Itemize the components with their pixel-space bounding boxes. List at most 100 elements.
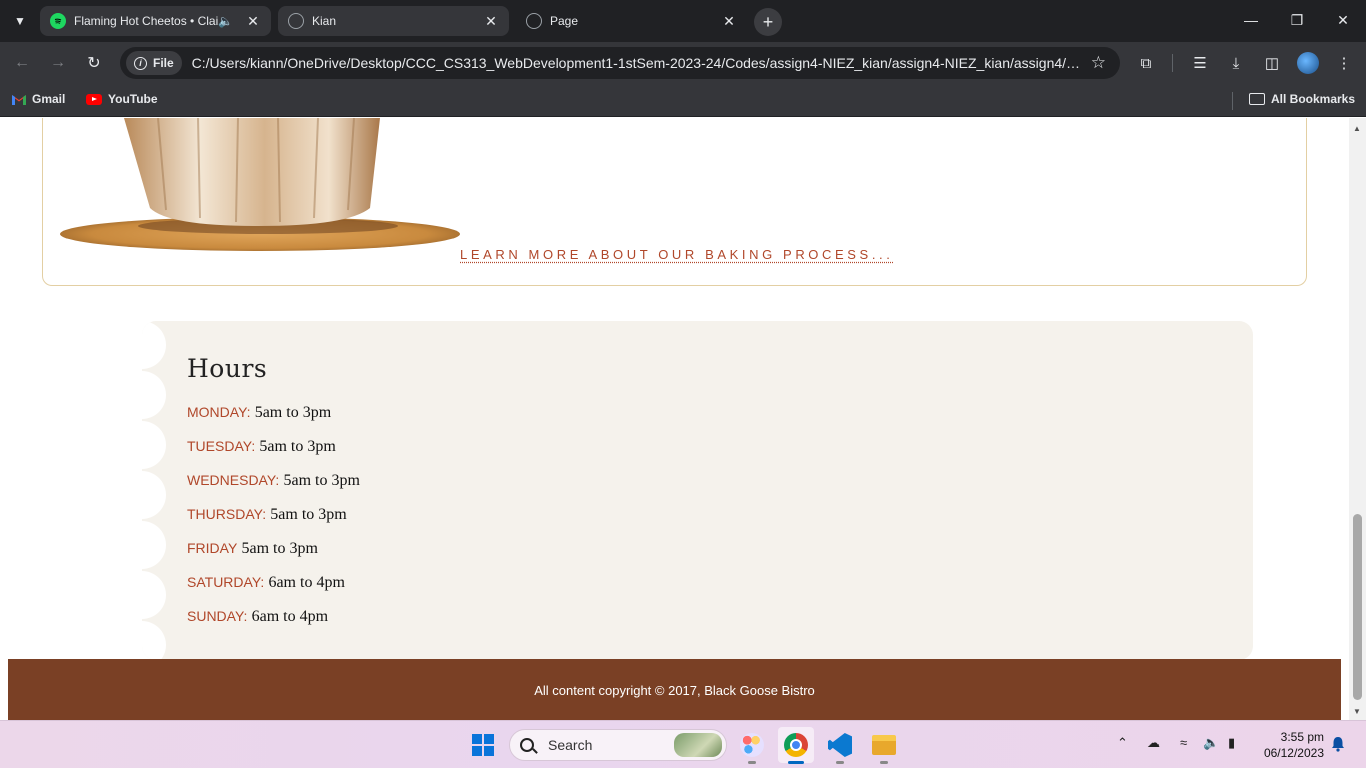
minimize-icon[interactable]: —: [1236, 8, 1266, 32]
scrollbar-thumb[interactable]: [1353, 514, 1362, 700]
bookmark-label: YouTube: [108, 92, 158, 106]
scroll-up-icon[interactable]: ▲: [1353, 124, 1361, 133]
spotify-icon: [50, 13, 66, 29]
time-value: 6am to 4pm: [268, 574, 345, 591]
hours-row-tuesday: TUESDAY: 5am to 3pm: [187, 438, 336, 456]
media-control-icon[interactable]: ☰: [1188, 51, 1212, 75]
side-panel-icon[interactable]: ◫: [1260, 51, 1284, 75]
taskbar-file-explorer[interactable]: [866, 727, 902, 764]
taskbar-paint[interactable]: [734, 727, 770, 764]
running-indicator: [836, 761, 844, 764]
bookmark-youtube[interactable]: YouTube: [86, 92, 158, 106]
learn-more-link[interactable]: LEARN MORE ABOUT OUR BAKING PROCESS...: [460, 247, 893, 262]
page-scrollbar[interactable]: ▲ ▼: [1349, 118, 1366, 720]
windows-taskbar: Search ⌃ ☁ ≈ 🔈 ▮ 3:55 pm 06/12/2023: [0, 720, 1366, 768]
kebab-menu-icon[interactable]: ⋮: [1332, 51, 1356, 75]
forward-arrow-icon[interactable]: →: [44, 49, 72, 77]
onedrive-icon[interactable]: ☁: [1147, 735, 1160, 751]
tab-spotify[interactable]: Flaming Hot Cheetos • Clairo 🔈 ✕: [40, 6, 271, 36]
all-bookmarks-label: All Bookmarks: [1271, 92, 1356, 106]
close-tab-icon[interactable]: ✕: [245, 13, 261, 30]
speaker-icon[interactable]: 🔈: [218, 14, 233, 28]
time-value: 5am to 3pm: [254, 404, 332, 421]
globe-icon: [288, 13, 304, 29]
search-icon: [520, 738, 534, 752]
volume-icon[interactable]: 🔈: [1203, 735, 1219, 751]
page-viewport: LEARN MORE ABOUT OUR BAKING PROCESS... H…: [0, 118, 1349, 720]
battery-icon[interactable]: ▮: [1228, 735, 1235, 751]
bookmarks-bar: Gmail YouTube All Bookmarks: [0, 84, 1366, 117]
folder-icon: [1249, 93, 1265, 105]
hours-section: Hours MONDAY: 5am to 3pm TUESDAY: 5am to…: [142, 321, 1253, 660]
search-label: Search: [548, 737, 593, 753]
extensions-icon[interactable]: ⧉: [1134, 51, 1158, 75]
scallop-decoration: [142, 471, 166, 519]
clock-date: 06/12/2023: [1263, 746, 1324, 760]
tab-search-chevron-icon[interactable]: ▼: [8, 9, 32, 33]
day-label: THURSDAY:: [187, 506, 267, 522]
hours-row-wednesday: WEDNESDAY: 5am to 3pm: [187, 472, 360, 490]
scallop-decoration: [142, 421, 166, 469]
browser-toolbar: ← → ↻ i File C:/Users/kiann/OneDrive/Des…: [0, 42, 1366, 84]
day-label: FRIDAY: [187, 540, 238, 556]
chevron-up-icon[interactable]: ⌃: [1117, 735, 1128, 751]
hours-row-friday: FRIDAY 5am to 3pm: [187, 540, 318, 558]
all-bookmarks-button[interactable]: All Bookmarks: [1249, 92, 1355, 106]
muffin-image: [60, 118, 460, 251]
folder-icon: [872, 735, 896, 755]
new-tab-button[interactable]: +: [754, 8, 782, 36]
hours-row-saturday: SATURDAY: 6am to 4pm: [187, 574, 345, 592]
scallop-decoration: [142, 621, 166, 660]
wifi-icon[interactable]: ≈: [1180, 735, 1187, 750]
url-text[interactable]: C:/Users/kiann/OneDrive/Desktop/CCC_CS31…: [192, 55, 1087, 71]
bookmark-label: Gmail: [32, 92, 66, 106]
search-highlight-image: [674, 733, 722, 757]
copyright-text: All content copyright © 2017, Black Goos…: [534, 682, 815, 698]
chrome-icon: [784, 733, 808, 757]
day-label: MONDAY:: [187, 404, 251, 420]
time-value: 5am to 3pm: [270, 506, 347, 523]
tab-kian[interactable]: Kian ✕: [278, 6, 509, 36]
profile-avatar[interactable]: [1297, 52, 1319, 74]
hours-row-sunday: SUNDAY: 6am to 4pm: [187, 608, 328, 626]
day-label: SATURDAY:: [187, 574, 265, 590]
globe-icon: [526, 13, 542, 29]
reload-icon[interactable]: ↻: [80, 49, 108, 77]
hours-heading: Hours: [187, 354, 268, 383]
day-label: SUNDAY:: [187, 608, 248, 624]
back-arrow-icon[interactable]: ←: [8, 49, 36, 77]
time-value: 5am to 3pm: [283, 472, 360, 489]
youtube-icon: [86, 93, 102, 105]
bookmarks-divider: [1232, 92, 1233, 110]
scallop-decoration: [142, 521, 166, 569]
hours-row-thursday: THURSDAY: 5am to 3pm: [187, 506, 347, 524]
download-icon[interactable]: ⤓: [1224, 51, 1248, 75]
address-bar[interactable]: i File C:/Users/kiann/OneDrive/Desktop/C…: [120, 47, 1120, 79]
restore-icon[interactable]: ❐: [1282, 8, 1312, 32]
tab-page[interactable]: Page ✕: [516, 6, 747, 36]
running-indicator: [788, 761, 804, 764]
bookmark-gmail[interactable]: Gmail: [12, 92, 65, 106]
close-tab-icon[interactable]: ✕: [721, 13, 737, 30]
info-icon: i: [134, 56, 147, 70]
running-indicator: [748, 761, 756, 764]
window-close-icon[interactable]: ✕: [1328, 8, 1358, 32]
windows-start-icon[interactable]: [472, 734, 494, 756]
tab-title: Flaming Hot Cheetos • Clairo: [74, 14, 219, 28]
site-info-chip[interactable]: i File: [126, 51, 182, 75]
site-info-label: File: [153, 56, 174, 70]
page-footer: All content copyright © 2017, Black Goos…: [8, 659, 1341, 720]
notification-bell-icon[interactable]: [1331, 736, 1345, 752]
paint-icon: [740, 733, 764, 757]
tab-strip: ▼ Flaming Hot Cheetos • Clairo 🔈 ✕ Kian …: [0, 0, 1366, 42]
scroll-down-icon[interactable]: ▼: [1353, 707, 1361, 716]
bookmark-star-icon[interactable]: ☆: [1091, 53, 1106, 73]
time-value: 5am to 3pm: [241, 540, 318, 557]
scallop-decoration: [142, 371, 166, 419]
system-clock[interactable]: 3:55 pm 06/12/2023: [1258, 729, 1324, 761]
close-tab-icon[interactable]: ✕: [483, 13, 499, 30]
taskbar-vscode[interactable]: [822, 727, 858, 764]
taskbar-chrome[interactable]: [778, 727, 814, 764]
taskbar-search[interactable]: Search: [509, 729, 727, 761]
tab-title: Page: [550, 14, 579, 28]
